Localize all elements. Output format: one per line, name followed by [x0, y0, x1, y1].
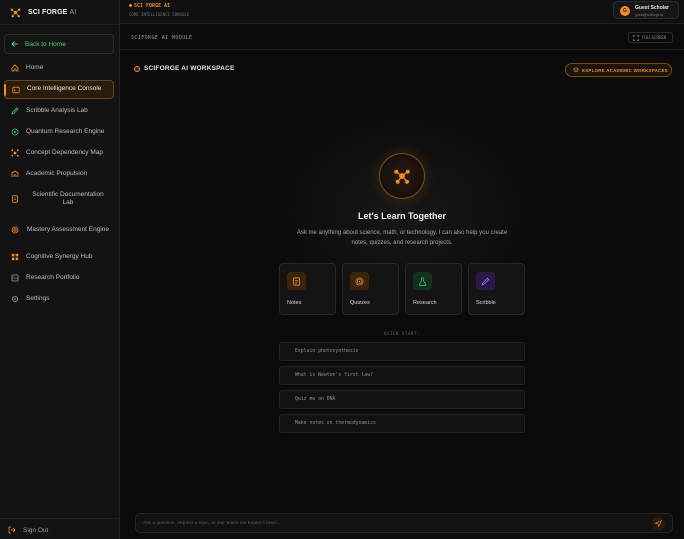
chat-input[interactable] [143, 518, 643, 529]
notes-card[interactable]: Notes [279, 263, 336, 315]
sidebar-item-label: Home [26, 63, 44, 71]
send-icon [655, 520, 662, 527]
scribble-card[interactable]: Scribble [468, 263, 525, 315]
sidebar-item-core-intelligence-console[interactable]: Core Intelligence Console [4, 80, 114, 99]
brand: SCI FORGE AI [9, 5, 76, 19]
quick-start-item[interactable]: What is Newton's first law? [279, 366, 525, 385]
sidebar-item-academic-propulsion[interactable]: Academic Propulsion [4, 168, 114, 180]
workspace-dot-icon [134, 65, 140, 72]
explore-workspaces-label: EXPLORE ACADEMIC WORKSPACES [582, 67, 668, 73]
propulsion-icon [10, 170, 19, 179]
quick-start-item[interactable]: Make notes on thermodynamics [279, 414, 525, 433]
sidebar-item-label: Mastery Assessment Engine [26, 225, 109, 233]
expand-icon [633, 34, 639, 41]
sidebar-item-research-portfolio[interactable]: Research Portfolio [4, 272, 114, 284]
sidebar-item-scribble-analysis-lab[interactable]: Scribble Analysis Lab [4, 105, 114, 117]
sidebar-item-label: Research Portfolio [26, 273, 80, 281]
home-icon [10, 64, 19, 73]
gear-icon [10, 295, 19, 304]
brand-name: SCI FORGE AI [28, 8, 77, 16]
workspace-title: SCIFORGE AI WORKSPACE [134, 65, 235, 72]
sidebar-item-home[interactable]: Home [4, 62, 114, 74]
quick-start-text: Make notes on thermodynamics [295, 421, 376, 426]
sign-out-button[interactable]: Sign Out [8, 526, 48, 534]
quizzes-card[interactable]: Quizzes [342, 263, 399, 315]
sidebar-item-label: Scribble Analysis Lab [26, 106, 88, 114]
hero-title: Let's Learn Together [358, 211, 446, 221]
quick-start-text: What is Newton's first law? [295, 373, 373, 378]
flask-icon [413, 272, 432, 290]
synergy-icon [10, 253, 19, 262]
back-to-home-button[interactable]: Back to Home [4, 34, 114, 54]
layers-icon [573, 67, 579, 73]
app-title: SCI FORGE AI [129, 3, 170, 9]
quick-start-item[interactable]: Quiz me on DNA [279, 390, 525, 409]
console-icon [11, 85, 20, 94]
sidebar-item-cognitive-synergy-hub[interactable]: Cognitive Synergy Hub [4, 251, 114, 263]
status-dot-icon [129, 4, 132, 7]
sidebar-item-settings[interactable]: Settings [4, 293, 114, 305]
sidebar-item-label: Core Intelligence Console [27, 85, 102, 93]
sidebar-item-label: Settings [26, 294, 50, 302]
fullscreen-label: FULLSCREEN [642, 35, 667, 40]
fullscreen-button[interactable]: FULLSCREEN [628, 32, 673, 43]
card-label: Research [413, 300, 437, 306]
sidebar-item-mastery-assessment-engine[interactable]: Mastery Assessment Engine [4, 220, 114, 240]
sidebar-item-concept-dependency-map[interactable]: Concept Dependency Map [4, 147, 114, 159]
research-card[interactable]: Research [405, 263, 462, 315]
hero-description: Ask me anything about science, math, or … [296, 230, 508, 246]
pencil-icon [476, 272, 495, 290]
assessment-icon [10, 226, 19, 235]
module-header: SCIFORGE AI MODULE FULLSCREEN [120, 25, 684, 50]
sidebar-item-label: Concept Dependency Map [26, 148, 103, 156]
user-email: guest@sciforge.ai [635, 13, 664, 17]
atom-logo-icon [10, 8, 21, 17]
card-label: Scribble [476, 300, 496, 306]
back-to-home-label: Back to Home [25, 40, 66, 48]
card-label: Quizzes [350, 300, 370, 306]
send-button[interactable] [652, 517, 665, 530]
scribble-icon [10, 107, 19, 116]
quick-start-item[interactable]: Explain photosynthesis [279, 342, 525, 361]
hero-logo [379, 153, 425, 199]
divider [0, 518, 120, 519]
portfolio-icon [10, 274, 19, 283]
app-subtitle: CORE INTELLIGENCE CONSOLE [129, 12, 190, 17]
quick-start-text: Explain photosynthesis [295, 349, 359, 354]
chat-input-bar [135, 513, 673, 533]
sidebar-item-label: Quantum Research Engine [26, 127, 105, 135]
arrow-left-icon [11, 41, 18, 47]
target-icon [350, 272, 369, 290]
sidebar-item-scientific-documentation-lab[interactable]: Scientific Documentation Lab [4, 189, 114, 209]
module-title: SCIFORGE AI MODULE [131, 35, 193, 41]
sidebar-item-label: Scientific Documentation Lab [32, 190, 104, 207]
sidebar-item-label: Cognitive Synergy Hub [26, 252, 93, 260]
quantum-icon [10, 128, 19, 137]
workspace-title-label: SCIFORGE AI WORKSPACE [144, 65, 235, 72]
quick-start-label: QUICK START: [383, 331, 421, 336]
divider [0, 24, 120, 25]
sidebar-item-label: Academic Propulsion [26, 169, 88, 177]
map-icon [10, 149, 19, 158]
explore-workspaces-button[interactable]: EXPLORE ACADEMIC WORKSPACES [565, 63, 672, 77]
sidebar-item-quantum-research-engine[interactable]: Quantum Research Engine [4, 126, 114, 138]
user-name: Guest Scholar [635, 5, 669, 11]
user-profile-button[interactable]: G Guest Scholar guest@sciforge.ai [613, 1, 679, 19]
card-label: Notes [287, 300, 302, 306]
documentation-icon [10, 195, 19, 204]
avatar: G [620, 6, 630, 16]
top-bar: SCI FORGE AI CORE INTELLIGENCE CONSOLE G… [120, 0, 684, 24]
quick-start-text: Quiz me on DNA [295, 397, 336, 402]
notes-icon [287, 272, 306, 290]
sign-out-label: Sign Out [23, 526, 49, 534]
sidebar: SCI FORGE AI Back to Home Home Core Inte… [0, 0, 120, 539]
atom-logo-icon [394, 169, 410, 184]
sign-out-icon [8, 526, 16, 534]
